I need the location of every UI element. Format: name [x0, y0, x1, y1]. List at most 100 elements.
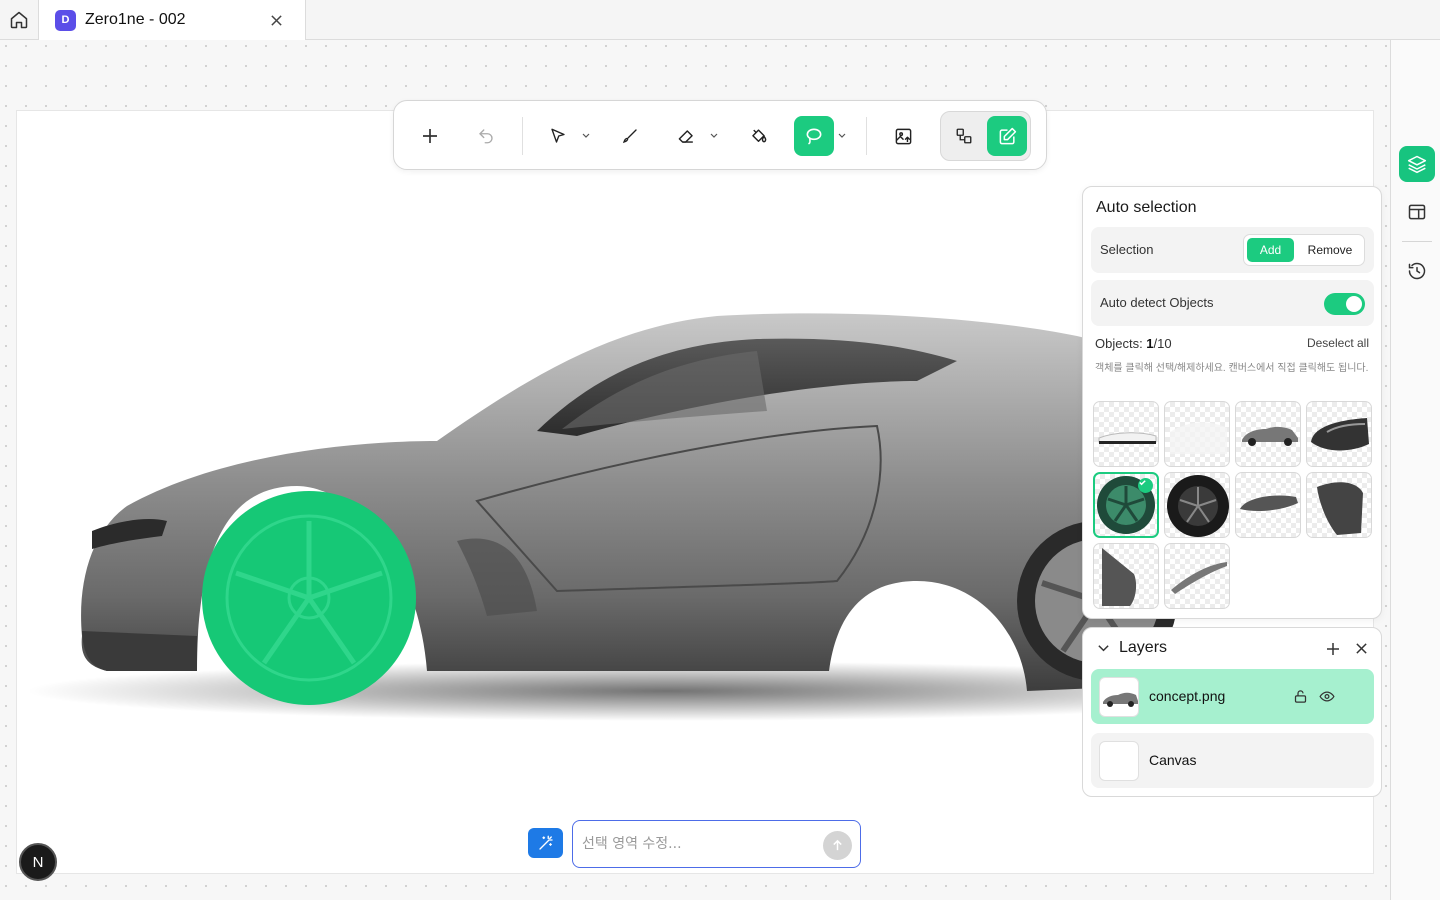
history-icon	[1408, 262, 1426, 280]
shapes-icon	[956, 128, 972, 144]
select-tool-dropdown[interactable]	[581, 131, 591, 141]
selection-mode-toggle: Add Remove	[1243, 234, 1365, 266]
right-rail	[1390, 40, 1440, 900]
layers-panel-button[interactable]	[1399, 146, 1435, 182]
mode-toggle-group	[940, 111, 1031, 161]
toolbar-divider	[522, 117, 523, 155]
object-thumbnail-trim-strip[interactable]	[1164, 543, 1230, 609]
layer-name: Canvas	[1149, 752, 1197, 768]
layer-thumbnail	[1099, 741, 1139, 781]
side-skirt-icon	[1240, 495, 1298, 511]
prompt-box	[572, 820, 861, 868]
close-icon	[270, 14, 282, 26]
eraser-tool-dropdown[interactable]	[709, 131, 719, 141]
auto-detect-row: Auto detect Objects	[1091, 280, 1374, 326]
undo-icon	[479, 129, 493, 144]
fender-icon	[1317, 482, 1363, 535]
layers-header: Layers	[1083, 628, 1383, 668]
home-button[interactable]	[0, 0, 39, 39]
brush-icon	[622, 129, 637, 144]
layers-panel: Layers concept.png Canvas	[1082, 627, 1382, 797]
object-thumbnail-fender[interactable]	[1306, 472, 1372, 538]
object-thumbnail-full-car[interactable]	[1235, 401, 1301, 467]
toggle-knob	[1346, 296, 1362, 312]
tab-bar: D Zero1ne - 002	[0, 0, 1440, 40]
layer-name: concept.png	[1149, 688, 1226, 704]
front-panel-icon	[1311, 418, 1369, 451]
panel-title: Auto selection	[1096, 199, 1197, 216]
objects-prefix: Objects:	[1095, 336, 1147, 351]
selection-hint: 객체를 클릭해 선택/해제하세요. 캔버스에서 직접 클릭해도 됩니다.	[1095, 363, 1369, 374]
layers-icon	[1407, 155, 1427, 174]
unlock-icon[interactable]	[1293, 689, 1308, 704]
door-panel-icon	[1102, 548, 1137, 606]
chevron-down-icon	[582, 133, 590, 138]
history-button[interactable]	[1399, 253, 1435, 289]
add-icon	[423, 129, 437, 143]
user-avatar[interactable]: N	[19, 843, 57, 881]
edit-icon	[999, 127, 1016, 144]
lasso-tool-button[interactable]	[794, 116, 834, 156]
lasso-tool-dropdown[interactable]	[837, 131, 847, 141]
add-button[interactable]	[410, 116, 450, 156]
chevron-down-icon[interactable]	[1097, 642, 1110, 655]
layer-thumbnail	[1099, 677, 1139, 717]
home-icon	[10, 11, 28, 28]
chevron-down-icon	[710, 133, 718, 138]
lasso-icon	[806, 128, 822, 145]
object-thumbnail-side-skirt[interactable]	[1235, 472, 1301, 538]
layer-item[interactable]: Canvas	[1091, 733, 1374, 788]
object-thumbnail-front-panel[interactable]	[1306, 401, 1372, 467]
trim-strip-icon	[1171, 562, 1227, 594]
magic-edit-button[interactable]	[528, 828, 563, 858]
auto-detect-toggle[interactable]	[1324, 293, 1365, 315]
object-thumbnail-glass-area[interactable]	[1164, 401, 1230, 467]
auto-detect-label: Auto detect Objects	[1100, 295, 1214, 310]
prompt-input[interactable]	[582, 831, 812, 857]
image-upload-icon	[895, 128, 911, 144]
paint-bucket-button[interactable]	[738, 116, 778, 156]
send-button[interactable]	[823, 831, 852, 860]
object-thumbnail-wheel[interactable]	[1093, 472, 1159, 538]
object-thumbnail-door-panel[interactable]	[1093, 543, 1159, 609]
layout-panel-icon	[1408, 204, 1426, 220]
close-icon[interactable]	[1355, 642, 1368, 655]
auto-selection-panel: Auto selection Selection Add Remove Auto…	[1082, 186, 1382, 619]
image-upload-button[interactable]	[883, 116, 923, 156]
brush-tool-button[interactable]	[610, 116, 650, 156]
arrow-up-icon	[833, 839, 842, 851]
selection-mode-row: Selection Add Remove	[1091, 227, 1374, 273]
layer-item[interactable]: concept.png	[1091, 669, 1374, 724]
tab-badge: D	[55, 9, 76, 31]
undo-button[interactable]	[466, 116, 506, 156]
object-thumbnail-body-outline[interactable]	[1093, 401, 1159, 467]
add-layer-icon[interactable]	[1326, 642, 1340, 656]
remove-mode-button[interactable]: Remove	[1298, 238, 1362, 262]
objects-selected: 1	[1146, 336, 1154, 351]
toolbar-divider	[866, 117, 867, 155]
main-toolbar	[393, 100, 1047, 170]
layers-title: Layers	[1119, 639, 1168, 656]
object-thumbnail-tire[interactable]	[1164, 472, 1230, 538]
document-tab[interactable]: D Zero1ne - 002	[39, 0, 306, 40]
deselect-all-button[interactable]: Deselect all	[1307, 336, 1369, 350]
select-arrow-icon	[551, 128, 565, 143]
layout-panel-button[interactable]	[1399, 194, 1435, 230]
shapes-button[interactable]	[944, 116, 984, 156]
eye-icon[interactable]	[1319, 689, 1335, 704]
close-tab-button[interactable]	[267, 11, 285, 29]
glass-area-icon	[1170, 422, 1227, 454]
magic-wand-icon	[538, 835, 553, 850]
eraser-icon	[678, 129, 693, 143]
edit-mode-button[interactable]	[987, 116, 1027, 156]
select-tool-button[interactable]	[538, 116, 578, 156]
add-mode-button[interactable]: Add	[1247, 238, 1294, 262]
chevron-down-icon	[838, 133, 846, 138]
tab-title: Zero1ne - 002	[85, 11, 186, 28]
objects-total: /10	[1153, 336, 1172, 351]
paint-bucket-icon	[751, 128, 766, 142]
selection-label: Selection	[1100, 242, 1154, 257]
eraser-tool-button[interactable]	[666, 116, 706, 156]
selected-check-icon	[1138, 478, 1153, 493]
objects-count: Objects: 1/10	[1095, 336, 1172, 351]
